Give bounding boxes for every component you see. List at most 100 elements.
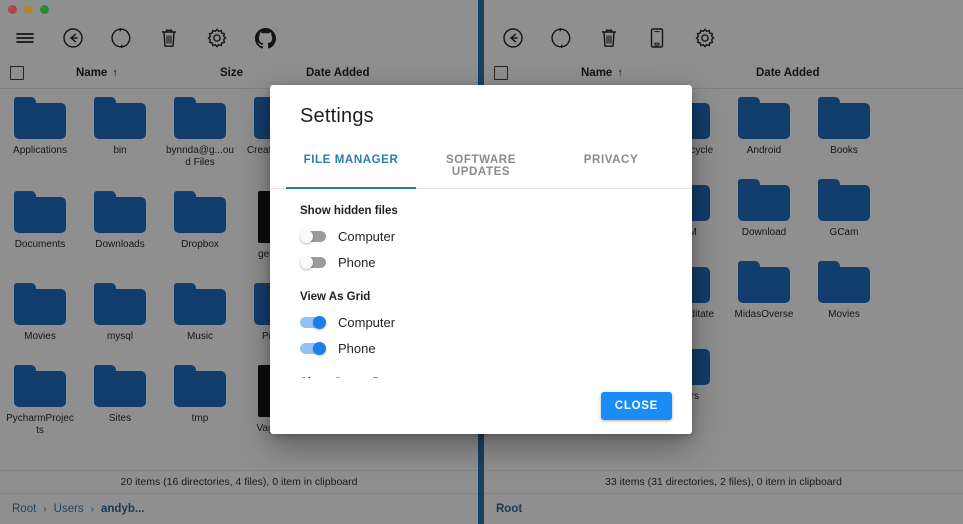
item-label: Sites	[108, 413, 132, 424]
dialog-tab-bar: FILE MANAGER SOFTWARE UPDATES PRIVACY	[270, 146, 692, 189]
gear-icon[interactable]	[204, 25, 230, 51]
toggle-knob	[300, 230, 313, 243]
folder-item[interactable]: Books	[809, 97, 879, 157]
toggle-knob	[300, 256, 313, 269]
breadcrumb-item[interactable]: Root	[12, 503, 36, 515]
folder-item[interactable]: Download	[729, 179, 799, 239]
window-titlebar	[0, 0, 478, 18]
item-label: bynnda@g...oud Files	[166, 145, 234, 168]
folder-item[interactable]: bynnda@g...oud Files	[165, 97, 235, 169]
left-status-text: 20 items (16 directories, 4 files), 0 it…	[120, 476, 358, 488]
folder-icon	[14, 191, 66, 233]
column-label-date-added: Date Added	[756, 67, 820, 79]
tab-privacy[interactable]: PRIVACY	[546, 146, 676, 188]
toggle-label: Phone	[338, 254, 376, 270]
settings-group-title: View As Grid	[300, 291, 371, 303]
folder-item[interactable]: Sites	[85, 365, 155, 437]
column-header-size[interactable]: Size	[220, 67, 243, 79]
toggle-switch-computer[interactable]	[300, 230, 326, 243]
item-label: Books	[830, 145, 858, 156]
tab-software-updates[interactable]: SOFTWARE UPDATES	[416, 146, 546, 188]
item-label: bin	[113, 145, 127, 156]
folder-item[interactable]: Documents	[5, 191, 75, 261]
trash-icon[interactable]	[156, 25, 182, 51]
select-all-checkbox[interactable]	[10, 66, 24, 80]
toggle-switch-phone[interactable]	[300, 256, 326, 269]
dialog-title: Settings	[300, 105, 374, 127]
folder-item[interactable]: Movies	[5, 283, 75, 343]
toggle-switch-phone[interactable]	[300, 342, 326, 355]
item-label: MidasOverse	[734, 309, 794, 320]
folder-icon	[174, 97, 226, 139]
folder-icon	[94, 283, 146, 325]
minimize-window-button[interactable]	[24, 4, 33, 14]
item-label: Movies	[828, 309, 860, 320]
menu-icon[interactable]	[12, 25, 38, 51]
gear-icon[interactable]	[692, 25, 718, 51]
toggle-knob	[313, 316, 326, 329]
item-label: Applications	[13, 145, 67, 156]
dialog-footer: CLOSE	[270, 378, 692, 434]
right-toolbar	[484, 18, 963, 58]
folder-icon	[174, 191, 226, 233]
refresh-icon[interactable]	[108, 25, 134, 51]
column-header-name[interactable]: Name ↑	[76, 67, 118, 79]
folder-item[interactable]: Android	[729, 97, 799, 157]
folder-icon	[14, 365, 66, 407]
folder-item[interactable]: Movies	[809, 261, 879, 321]
folder-item[interactable]: Music	[165, 283, 235, 343]
sort-ascending-icon: ↑	[112, 67, 118, 79]
folder-icon	[818, 179, 870, 221]
tab-file-manager[interactable]: FILE MANAGER	[286, 146, 416, 189]
folder-icon	[14, 97, 66, 139]
column-header-date-added[interactable]: Date Added	[756, 67, 819, 79]
sort-ascending-icon: ↑	[617, 67, 623, 79]
folder-item[interactable]: tmp	[165, 365, 235, 437]
toggle-label: Computer	[338, 228, 396, 244]
folder-icon	[94, 191, 146, 233]
column-label-name: Name	[581, 67, 613, 79]
column-header-date-added[interactable]: Date Added	[306, 67, 369, 79]
breadcrumb-item[interactable]: Users	[54, 503, 84, 515]
settings-group-title: Show hidden files	[300, 205, 398, 217]
setting-row: Computer	[300, 223, 662, 249]
breadcrumb-item[interactable]: andyb...	[101, 503, 144, 515]
back-icon[interactable]	[60, 25, 86, 51]
folder-icon	[94, 97, 146, 139]
folder-item[interactable]: Dropbox	[165, 191, 235, 261]
phone-icon[interactable]	[644, 25, 670, 51]
toggle-switch-computer[interactable]	[300, 316, 326, 329]
maximize-window-button[interactable]	[40, 4, 49, 14]
toggle-label: Phone	[338, 340, 376, 356]
close-window-button[interactable]	[8, 4, 17, 14]
folder-icon	[818, 261, 870, 303]
trash-icon[interactable]	[596, 25, 622, 51]
folder-item[interactable]: PycharmProjects	[5, 365, 75, 437]
folder-item[interactable]: MidasOverse	[729, 261, 799, 321]
close-button[interactable]: CLOSE	[600, 392, 672, 420]
refresh-icon[interactable]	[548, 25, 574, 51]
item-label: Documents	[14, 239, 66, 250]
folder-item[interactable]: Applications	[5, 97, 75, 169]
folder-item[interactable]: GCam	[809, 179, 879, 239]
item-label: Downloads	[95, 239, 145, 250]
folder-item[interactable]: mysql	[85, 283, 155, 343]
back-icon[interactable]	[500, 25, 526, 51]
item-label: PycharmProjects	[6, 413, 74, 436]
folder-icon	[818, 97, 870, 139]
item-label: tmp	[191, 413, 209, 424]
github-icon[interactable]	[252, 25, 278, 51]
breadcrumb-separator: ›	[43, 503, 47, 515]
breadcrumb-separator: ›	[90, 503, 95, 515]
item-label: Movies	[24, 331, 56, 342]
folder-item[interactable]: bin	[85, 97, 155, 169]
breadcrumb-item[interactable]: Root	[496, 503, 522, 515]
right-status-text: 33 items (31 directories, 2 files), 0 it…	[605, 476, 842, 488]
item-label: mysql	[106, 331, 134, 342]
column-header-name[interactable]: Name ↑	[581, 67, 623, 79]
folder-item[interactable]: Downloads	[85, 191, 155, 261]
folder-icon	[94, 365, 146, 407]
folder-icon	[174, 365, 226, 407]
select-all-checkbox[interactable]	[494, 66, 508, 80]
folder-icon	[174, 283, 226, 325]
